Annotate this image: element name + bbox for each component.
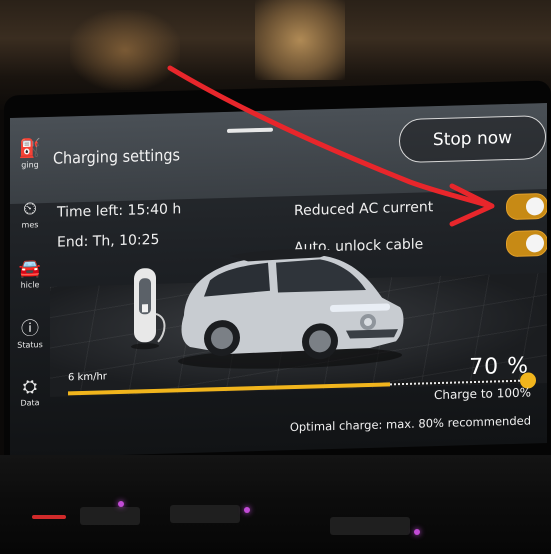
annotation-arrow-icon [167, 65, 495, 227]
